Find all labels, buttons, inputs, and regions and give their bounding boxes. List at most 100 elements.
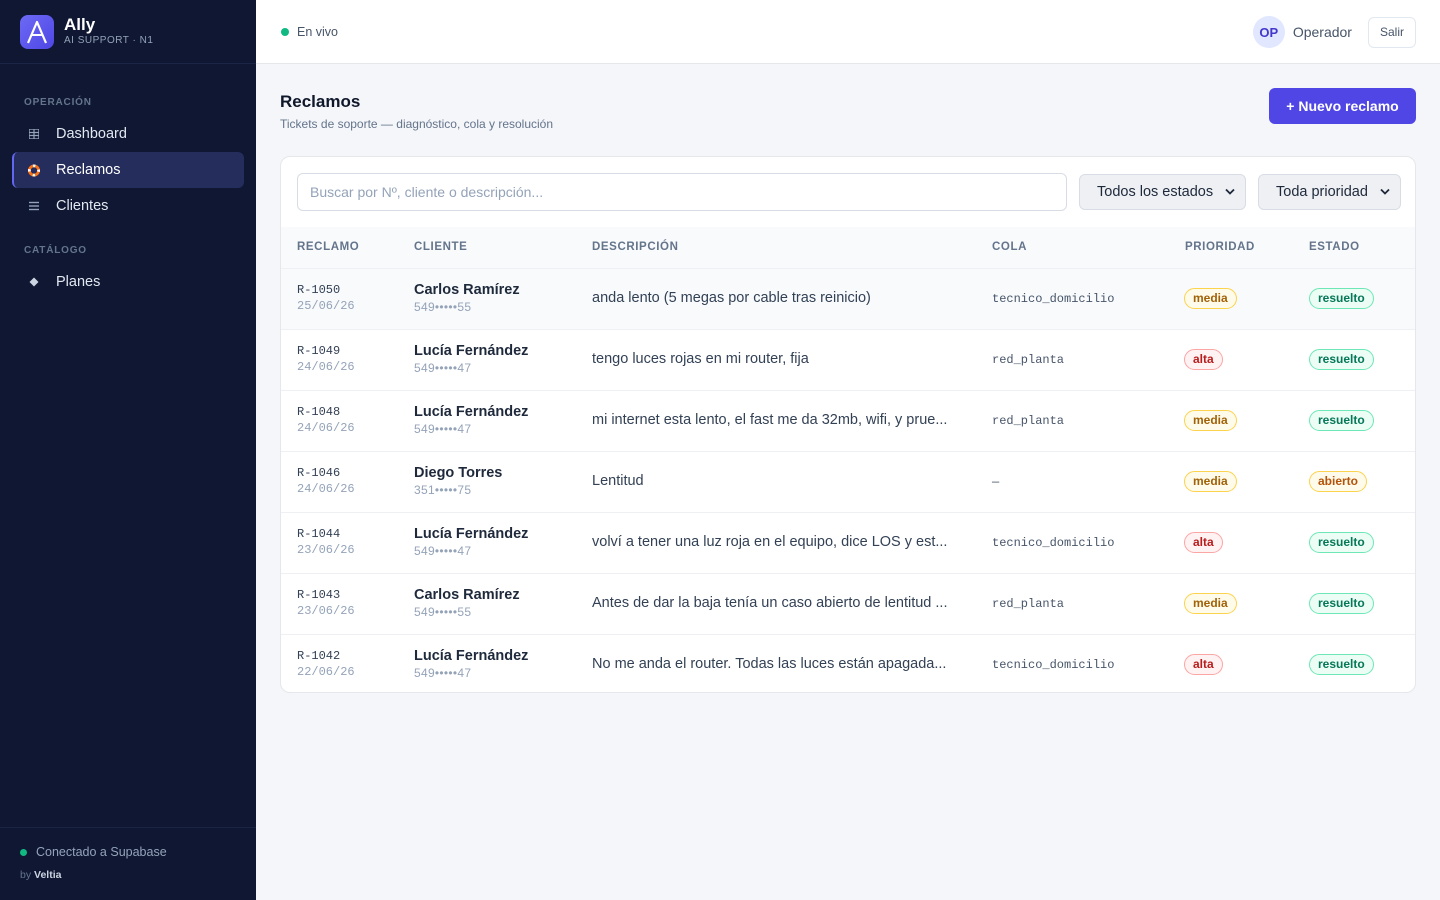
claim-date: 25/06/26 <box>297 299 355 313</box>
page-title: Reclamos <box>280 92 361 111</box>
client-name: Lucía Fernández <box>414 648 529 664</box>
status-badge: resuelto <box>1309 654 1374 675</box>
client-cell: Diego Torres 351•••••75 <box>414 465 502 497</box>
client-cell: Carlos Ramírez 549•••••55 <box>414 587 520 619</box>
credit: by Veltia <box>20 869 236 881</box>
queue-name: tecnico_domicilio <box>992 536 1115 550</box>
header-prioridad[interactable]: PRIORIDAD <box>1185 241 1255 253</box>
brand[interactable]: Ally AI SUPPORT · N1 <box>0 0 256 64</box>
claim-date: 23/06/26 <box>297 604 355 618</box>
client-cell: Lucía Fernández 549•••••47 <box>414 343 528 375</box>
sidebar-item-clientes[interactable]: Clientes <box>12 188 244 224</box>
sidebar-item-dashboard[interactable]: Dashboard <box>12 116 244 152</box>
credit-brand: Veltia <box>34 869 62 881</box>
header-reclamo[interactable]: RECLAMO <box>297 241 359 253</box>
claim-description: Lentitud <box>592 473 644 489</box>
queue-name: red_planta <box>992 597 1065 611</box>
priority-filter-select[interactable]: Toda prioridad <box>1258 174 1401 210</box>
status-badge: resuelto <box>1309 532 1374 553</box>
sidebar-item-label: Dashboard <box>56 126 127 142</box>
table-row[interactable]: R-1048 24/06/26 Lucía Fernández 549•••••47 m… <box>281 390 1415 451</box>
status-cell: resuelto <box>1309 288 1374 309</box>
table-row[interactable]: R-1042 22/06/26 Lucía Fernández 549•••••47 N… <box>281 634 1415 692</box>
client-name: Lucía Fernández <box>414 526 529 542</box>
status-badge: resuelto <box>1309 349 1374 370</box>
list-icon <box>28 199 40 213</box>
live-indicator: En vivo <box>281 25 338 39</box>
section-operacion: OPERACIÓN <box>24 97 92 108</box>
claim-id: R-1042 <box>297 649 341 663</box>
diamond-icon <box>28 275 40 289</box>
header-descripcion[interactable]: DESCRIPCIÓN <box>592 241 678 253</box>
status-badge: abierto <box>1309 471 1368 492</box>
table-row[interactable]: R-1046 24/06/26 Diego Torres 351•••••75 Lent… <box>281 451 1415 512</box>
table-row[interactable]: R-1049 24/06/26 Lucía Fernández 549•••••47 t… <box>281 329 1415 390</box>
ally-logo-icon <box>20 14 54 49</box>
claim-id: R-1044 <box>297 527 341 541</box>
claim-date: 22/06/26 <box>297 665 355 679</box>
sidebar-item-reclamos[interactable]: Reclamos <box>12 152 244 188</box>
logout-button[interactable]: Salir <box>1367 16 1416 48</box>
priority-cell: media <box>1184 410 1237 431</box>
priority-badge: media <box>1184 471 1237 492</box>
user-name: Operador <box>1292 24 1352 40</box>
sidebar: Ally AI SUPPORT · N1 OPERACIÓN Dashboard… <box>0 0 256 900</box>
priority-cell: media <box>1184 288 1237 309</box>
status-badge: resuelto <box>1309 288 1374 309</box>
header-cola[interactable]: COLA <box>992 241 1027 253</box>
queue-name: red_planta <box>992 353 1065 367</box>
claim-cell: R-1046 24/06/26 <box>297 466 355 496</box>
grid-icon <box>28 127 40 141</box>
status-badge: resuelto <box>1309 410 1374 431</box>
client-phone: 549•••••55 <box>414 605 472 619</box>
client-phone: 549•••••47 <box>414 544 472 558</box>
client-phone: 549•••••55 <box>414 300 472 314</box>
claim-id: R-1048 <box>297 405 341 419</box>
queue-name: red_planta <box>992 414 1065 428</box>
status-filter-value: Todos los estados <box>1097 184 1214 200</box>
client-phone: 549•••••47 <box>414 361 472 375</box>
chevron-down-icon <box>1380 186 1390 198</box>
table-header: RECLAMO CLIENTE DESCRIPCIÓN COLA PRIORID… <box>281 227 1415 268</box>
status-cell: resuelto <box>1309 654 1374 675</box>
queue-name: tecnico_domicilio <box>992 292 1115 306</box>
table-row[interactable]: R-1044 23/06/26 Lucía Fernández 549•••••47 v… <box>281 512 1415 573</box>
header-cliente[interactable]: CLIENTE <box>414 241 467 253</box>
status-cell: resuelto <box>1309 349 1374 370</box>
claim-description: Antes de dar la baja tenía un caso abier… <box>592 595 948 611</box>
sidebar-item-label: Clientes <box>56 198 109 214</box>
new-claim-button[interactable]: + Nuevo reclamo <box>1269 88 1416 124</box>
claim-date: 24/06/26 <box>297 482 355 496</box>
claim-cell: R-1048 24/06/26 <box>297 405 355 435</box>
search-input[interactable]: Buscar por Nº, cliente o descripción... <box>297 173 1067 211</box>
live-label: En vivo <box>297 25 338 39</box>
connection-status: Conectado a Supabase <box>20 845 236 859</box>
client-cell: Lucía Fernández 549•••••47 <box>414 404 528 436</box>
claim-id: R-1049 <box>297 344 341 358</box>
priority-cell: alta <box>1184 532 1223 553</box>
client-name: Lucía Fernández <box>414 404 529 420</box>
claim-cell: R-1050 25/06/26 <box>297 283 355 313</box>
claim-cell: R-1049 24/06/26 <box>297 344 355 374</box>
header-estado[interactable]: ESTADO <box>1309 241 1360 253</box>
priority-badge: alta <box>1184 654 1223 675</box>
status-filter-select[interactable]: Todos los estados <box>1079 174 1246 210</box>
status-cell: resuelto <box>1309 410 1374 431</box>
claim-id: R-1050 <box>297 283 341 297</box>
priority-filter-value: Toda prioridad <box>1276 184 1368 200</box>
claim-description: No me anda el router. Todas las luces es… <box>592 656 947 672</box>
chevron-down-icon <box>1225 186 1235 198</box>
priority-badge: alta <box>1184 532 1223 553</box>
status-cell: abierto <box>1309 471 1368 492</box>
priority-badge: media <box>1184 593 1237 614</box>
avatar[interactable]: OP <box>1252 16 1285 48</box>
client-name: Carlos Ramírez <box>414 282 520 298</box>
sidebar-footer: Conectado a Supabase by Veltia <box>0 827 256 900</box>
sidebar-item-planes[interactable]: Planes <box>12 264 244 300</box>
lifebuoy-icon <box>28 163 40 177</box>
priority-badge: media <box>1184 410 1237 431</box>
table-row[interactable]: R-1043 23/06/26 Carlos Ramírez 549•••••55 An… <box>281 573 1415 634</box>
table-row[interactable]: R-1050 25/06/26 Carlos Ramírez 549•••••55 an… <box>281 268 1415 329</box>
queue-name: — <box>992 475 1000 489</box>
queue-name: tecnico_domicilio <box>992 658 1115 672</box>
